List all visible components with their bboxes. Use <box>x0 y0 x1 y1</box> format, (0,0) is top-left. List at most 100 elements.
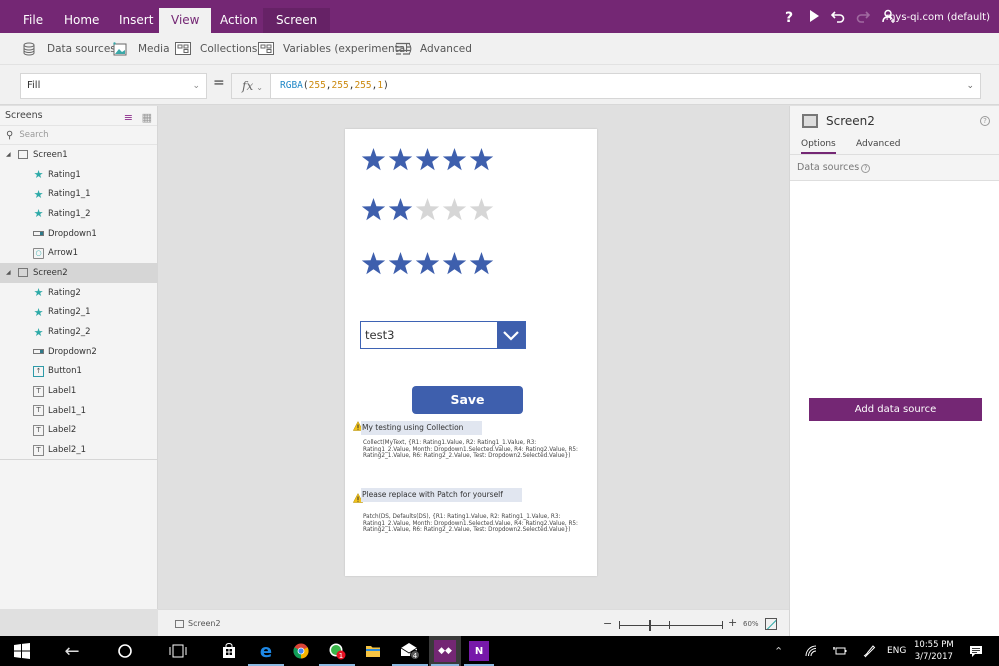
rating-control[interactable] <box>361 197 494 222</box>
formula-input[interactable]: fx ⌄ RGBA(255,255,255,1) ⌄ <box>231 73 981 99</box>
app-screen-preview[interactable]: test3 Save My testing using Collection C… <box>345 129 597 576</box>
action-center-icon[interactable] <box>969 636 983 666</box>
add-data-source-button[interactable]: Add data source <box>809 398 982 421</box>
zoom-slider[interactable] <box>619 625 723 626</box>
wifi-icon[interactable] <box>805 636 817 666</box>
file-explorer-icon[interactable] <box>353 636 393 666</box>
tree-control-node[interactable]: ★ Rating2_1 <box>0 303 157 323</box>
star-empty-icon[interactable] <box>415 197 440 222</box>
chevron-down-icon[interactable] <box>497 322 525 348</box>
language-indicator[interactable]: ENG <box>887 636 906 666</box>
rating-control[interactable] <box>361 251 494 276</box>
star-filled-icon[interactable] <box>388 147 413 172</box>
ribbon-data-sources[interactable]: Data sources <box>22 33 116 65</box>
task-view-icon[interactable] <box>158 636 198 666</box>
tree-control-node[interactable]: Dropdown2 <box>0 342 157 362</box>
tree-control-node[interactable]: ★ Rating1_2 <box>0 204 157 224</box>
tab-file[interactable]: File <box>11 8 55 33</box>
ribbon-variables[interactable]: Variables (experimental) <box>258 33 412 65</box>
label-title[interactable]: Please replace with Patch for yourself <box>361 488 522 502</box>
clock[interactable]: 10:55 PM 3/7/2017 <box>914 639 954 663</box>
save-button[interactable]: Save <box>412 386 523 414</box>
star-filled-icon[interactable] <box>442 251 467 276</box>
collapse-triangle-icon[interactable]: ◢ <box>6 151 18 158</box>
formula-text[interactable]: RGBA(255,255,255,1) <box>280 74 389 98</box>
star-filled-icon[interactable] <box>469 147 494 172</box>
expand-formula-icon[interactable]: ⌄ <box>966 74 974 98</box>
tree-control-node[interactable]: ★ Rating1 <box>0 165 157 185</box>
database-icon <box>22 42 40 56</box>
onenote-icon[interactable]: N <box>462 636 496 666</box>
tree-screen-node[interactable]: ◢ Screen2 <box>0 263 157 283</box>
undo-icon[interactable] <box>829 9 847 28</box>
label-collect-formula[interactable]: Collect(MyText, {R1: Rating1.Value, R2: … <box>363 440 585 460</box>
thumbnail-view-icon[interactable]: ▦ <box>142 108 152 128</box>
help-icon[interactable]: ? <box>861 164 871 173</box>
star-filled-icon[interactable] <box>469 251 494 276</box>
tree-node-label: Dropdown1 <box>48 228 97 239</box>
ribbon-media[interactable]: Media <box>113 33 170 65</box>
tab-view[interactable]: View <box>159 8 212 33</box>
dropdown-control[interactable]: test3 <box>360 321 526 349</box>
whatsapp-icon[interactable]: 1 <box>317 636 357 666</box>
label-patch-formula[interactable]: Patch(DS, Defaults(DS), {R1: Rating1.Val… <box>363 514 585 534</box>
chrome-icon[interactable] <box>281 636 321 666</box>
tab-home[interactable]: Home <box>52 8 111 33</box>
zoom-out-button[interactable]: − <box>603 617 612 630</box>
zoom-slider-thumb[interactable] <box>649 620 651 631</box>
fx-button[interactable]: fx ⌄ <box>232 74 271 98</box>
ribbon-advanced[interactable]: Advanced <box>395 33 472 65</box>
star-filled-icon[interactable] <box>388 251 413 276</box>
tree-control-node[interactable]: Dropdown1 <box>0 224 157 244</box>
collapse-triangle-icon[interactable]: ◢ <box>6 269 18 276</box>
help-icon[interactable]: ? <box>980 116 990 126</box>
pen-icon[interactable] <box>862 636 876 666</box>
star-filled-icon[interactable] <box>361 197 386 222</box>
redo-icon[interactable] <box>854 9 872 28</box>
label-title[interactable]: My testing using Collection <box>361 421 482 435</box>
star-empty-icon[interactable] <box>469 197 494 222</box>
fit-to-window-icon[interactable] <box>765 618 777 630</box>
star-filled-icon[interactable] <box>415 147 440 172</box>
play-icon[interactable] <box>805 9 823 28</box>
mail-icon[interactable]: 4 <box>390 636 430 666</box>
star-filled-icon[interactable] <box>361 147 386 172</box>
tree-control-node[interactable]: T Label1_1 <box>0 401 157 421</box>
ribbon-collections[interactable]: Collections <box>175 33 257 65</box>
star-filled-icon[interactable] <box>388 197 413 222</box>
tree-control-node[interactable]: T Label2_1 <box>0 440 157 460</box>
rating-control[interactable] <box>361 147 494 172</box>
tab-options[interactable]: Options <box>801 139 836 154</box>
tree-screen-node[interactable]: ◢ Screen1 <box>0 145 157 165</box>
tree-control-node[interactable]: T Label1 <box>0 381 157 401</box>
edge-icon[interactable]: e <box>246 636 286 666</box>
powerapps-icon[interactable]: ◆◆ <box>429 636 461 666</box>
star-filled-icon[interactable] <box>442 147 467 172</box>
list-view-icon[interactable]: ≡ <box>124 108 133 128</box>
tree-search[interactable]: ⚲ Search <box>0 126 157 145</box>
tab-screen[interactable]: Screen <box>263 8 331 33</box>
tree-control-node[interactable]: ↑ Button1 <box>0 362 157 382</box>
tree-control-node[interactable]: ★ Rating2_2 <box>0 322 157 342</box>
star-empty-icon[interactable] <box>442 197 467 222</box>
help-icon[interactable]: ? <box>780 9 798 27</box>
back-icon[interactable]: ← <box>52 636 92 666</box>
formula-bar: Fill ⌄ = fx ⌄ RGBA(255,255,255,1) ⌄ <box>0 65 999 105</box>
property-dropdown[interactable]: Fill ⌄ <box>20 73 207 99</box>
star-filled-icon[interactable] <box>361 251 386 276</box>
start-icon[interactable] <box>2 636 42 666</box>
star-filled-icon[interactable] <box>415 251 440 276</box>
tree-control-node[interactable]: T Label2 <box>0 421 157 441</box>
battery-icon[interactable] <box>833 636 847 666</box>
store-icon[interactable] <box>209 636 249 666</box>
account-label[interactable]: mys-qi.com (default) <box>886 12 990 23</box>
show-hidden-icons[interactable]: ⌃ <box>774 636 783 666</box>
cortana-icon[interactable] <box>105 636 145 666</box>
zoom-in-button[interactable]: + <box>728 616 737 629</box>
tree-control-node[interactable]: ○ Arrow1 <box>0 243 157 263</box>
tree-control-node[interactable]: ★ Rating1_1 <box>0 184 157 204</box>
tree-control-node[interactable]: ★ Rating2 <box>0 283 157 303</box>
tab-advanced[interactable]: Advanced <box>856 139 900 154</box>
tab-insert[interactable]: Insert <box>107 8 165 33</box>
tab-action[interactable]: Action <box>208 8 270 33</box>
